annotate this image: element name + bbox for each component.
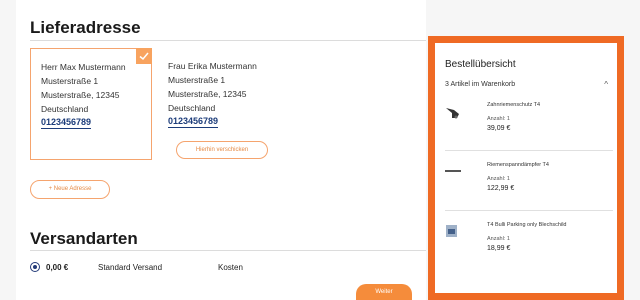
address-phone[interactable]: 0123456789 [168,116,219,128]
ship-here-button[interactable]: Hierhin verschicken [176,141,268,159]
summary-title: Bestellübersicht [445,59,516,70]
delivery-divider [30,40,426,41]
address-street: Musterstraße 1 [168,75,226,85]
address-name: Herr Max Mustermann [41,62,126,72]
item-price: 122,99 € [487,185,515,192]
item-quantity: Anzahl: 1 [487,116,510,122]
item-name: T4 Bulli Parking only Blechschild [487,222,567,228]
item-name: Riemenspanndämpfer T4 [487,162,549,168]
address-city: Musterstraße, 12345 [168,89,247,99]
item-price: 39,09 € [487,125,511,132]
shipping-name: Standard Versand [98,263,163,272]
shipping-radio[interactable] [30,262,40,272]
address-country: Deutschland [168,103,216,113]
address-street: Musterstraße 1 [41,76,99,86]
shipping-price: 0,00 € [46,263,69,272]
new-address-button[interactable]: + Neue Adresse [30,180,110,199]
item-quantity: Anzahl: 1 [487,176,510,182]
order-summary: Bestellübersicht 3 Artikel im Warenkorb … [428,36,624,300]
sign-icon [445,224,458,238]
address-phone[interactable]: 0123456789 [41,117,92,129]
delivery-title: Lieferadresse [30,18,141,37]
item-quantity: Anzahl: 1 [487,236,510,242]
item-name: Zahnriemenschutz T4 [487,102,541,108]
address-card-1[interactable]: Herr Max Mustermann Musterstraße 1 Muste… [30,48,152,160]
damper-icon [445,170,461,172]
address-name: Frau Erika Mustermann [168,61,257,71]
next-button[interactable]: Weiter [356,284,412,300]
pump-icon [445,106,461,120]
checkmark-icon [136,48,152,64]
item-divider [445,150,613,151]
checkout-main-panel: Lieferadresse Herr Max Mustermann Muster… [16,0,426,300]
address-city: Musterstraße, 12345 [41,90,120,100]
item-divider [445,210,613,211]
shipping-cost-label: Kosten [218,263,243,272]
chevron-up-icon[interactable]: ^ [604,80,608,89]
shipping-title: Versandarten [30,229,138,248]
cart-count[interactable]: 3 Artikel im Warenkorb [445,81,515,88]
shipping-divider [30,250,426,251]
address-country: Deutschland [41,104,89,114]
item-price: 18,99 € [487,245,511,252]
